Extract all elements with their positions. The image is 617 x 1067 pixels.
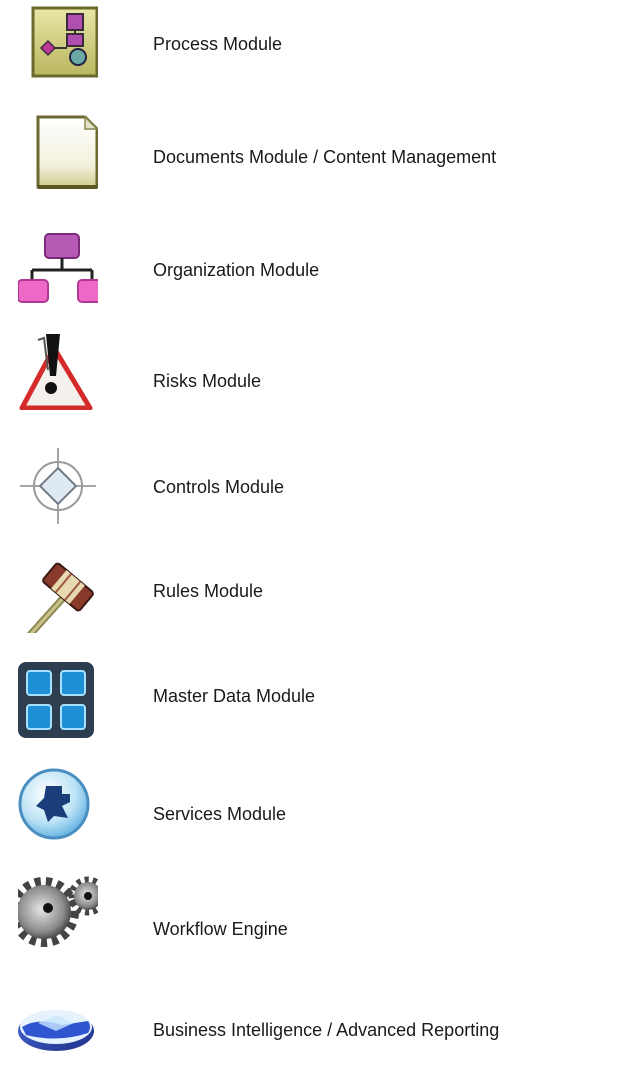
module-label-services: Services Module: [153, 804, 287, 824]
module-label-documents: Documents Module / Content Management: [153, 147, 497, 167]
module-label-risks: Risks Module: [153, 371, 262, 391]
module-row-documents[interactable]: Documents Module / Content Management: [0, 113, 617, 193]
module-row-controls[interactable]: Controls Module: [0, 446, 617, 526]
bi-disk-icon: [18, 987, 98, 1067]
org-chart-icon: [18, 226, 98, 306]
module-label-rules: Rules Module: [153, 581, 264, 601]
module-label-master-data: Master Data Module: [153, 686, 316, 706]
module-row-master-data[interactable]: Master Data Module: [0, 662, 617, 742]
module-row-process[interactable]: Process Module: [0, 4, 617, 84]
gavel-icon: [18, 553, 98, 633]
gears-icon: [18, 868, 98, 948]
grid-squares-icon: [18, 662, 98, 742]
module-row-workflow[interactable]: Workflow Engine: [0, 868, 617, 948]
module-row-rules[interactable]: Rules Module: [0, 553, 617, 633]
module-label-workflow: Workflow Engine: [153, 919, 288, 939]
document-icon: [18, 113, 98, 193]
crosshair-target-icon: [18, 446, 98, 526]
module-row-organization[interactable]: Organization Module: [0, 226, 617, 306]
module-label-controls: Controls Module: [153, 477, 285, 497]
module-label-organization: Organization Module: [153, 260, 320, 280]
warning-triangle-icon: [18, 330, 98, 410]
puzzle-globe-icon: [18, 766, 98, 846]
process-diagram-icon: [18, 4, 98, 84]
module-label-process: Process Module: [153, 34, 283, 54]
module-list: Process Module Documents Module / Conten…: [0, 0, 617, 1051]
module-row-risks[interactable]: Risks Module: [0, 330, 617, 410]
module-row-services[interactable]: Services Module: [0, 766, 617, 846]
module-label-business-intelligence: Business Intelligence / Advanced Reporti…: [153, 1020, 500, 1040]
module-row-business-intelligence[interactable]: Business Intelligence / Advanced Reporti…: [0, 987, 617, 1067]
